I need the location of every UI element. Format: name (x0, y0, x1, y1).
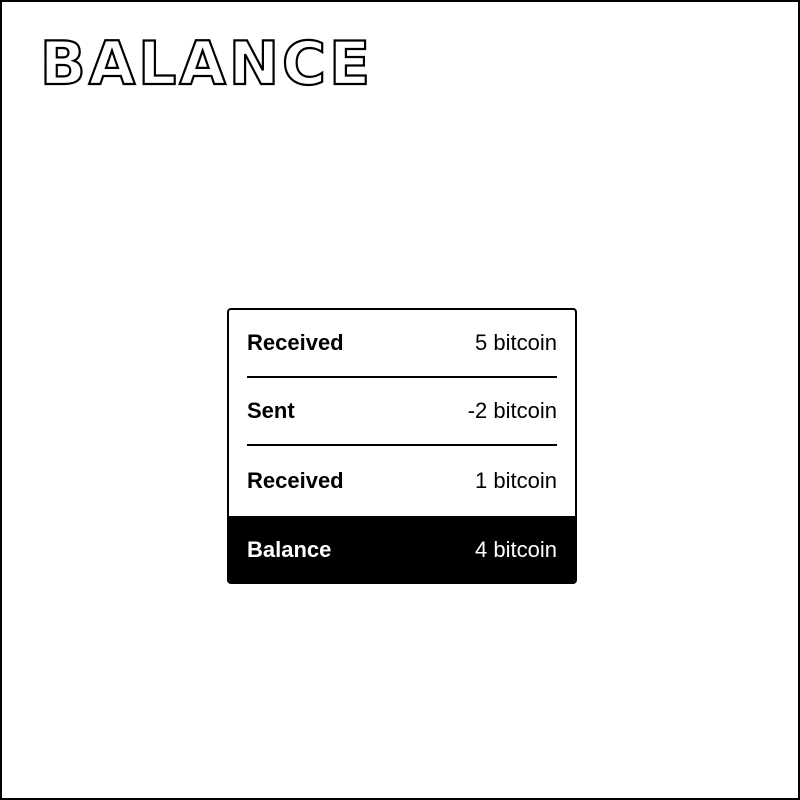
ledger-total-label: Balance (247, 537, 332, 562)
ledger-row-label: Received (247, 330, 344, 355)
ledger-row: Received 5 bitcoin (247, 310, 557, 378)
ledger-row-amount: -2 bitcoin (467, 398, 557, 423)
page-title: BALANCE (39, 28, 374, 100)
ledger-total-amount: 4 bitcoin (475, 537, 557, 562)
ledger-row-amount: 1 bitcoin (475, 468, 557, 493)
diagram-frame: BALANCE Received 5 bitcoin Sent -2 bitco… (0, 0, 800, 800)
ledger-row-amount: 5 bitcoin (475, 330, 557, 355)
ledger-row-label: Sent (247, 398, 295, 423)
ledger-row: Sent -2 bitcoin (247, 378, 557, 446)
ledger-table: Received 5 bitcoin Sent -2 bitcoin Recei… (227, 308, 577, 584)
ledger-row: Received 1 bitcoin (247, 447, 557, 515)
ledger-row-label: Received (247, 468, 344, 493)
ledger-total-row: Balance 4 bitcoin (229, 516, 575, 582)
